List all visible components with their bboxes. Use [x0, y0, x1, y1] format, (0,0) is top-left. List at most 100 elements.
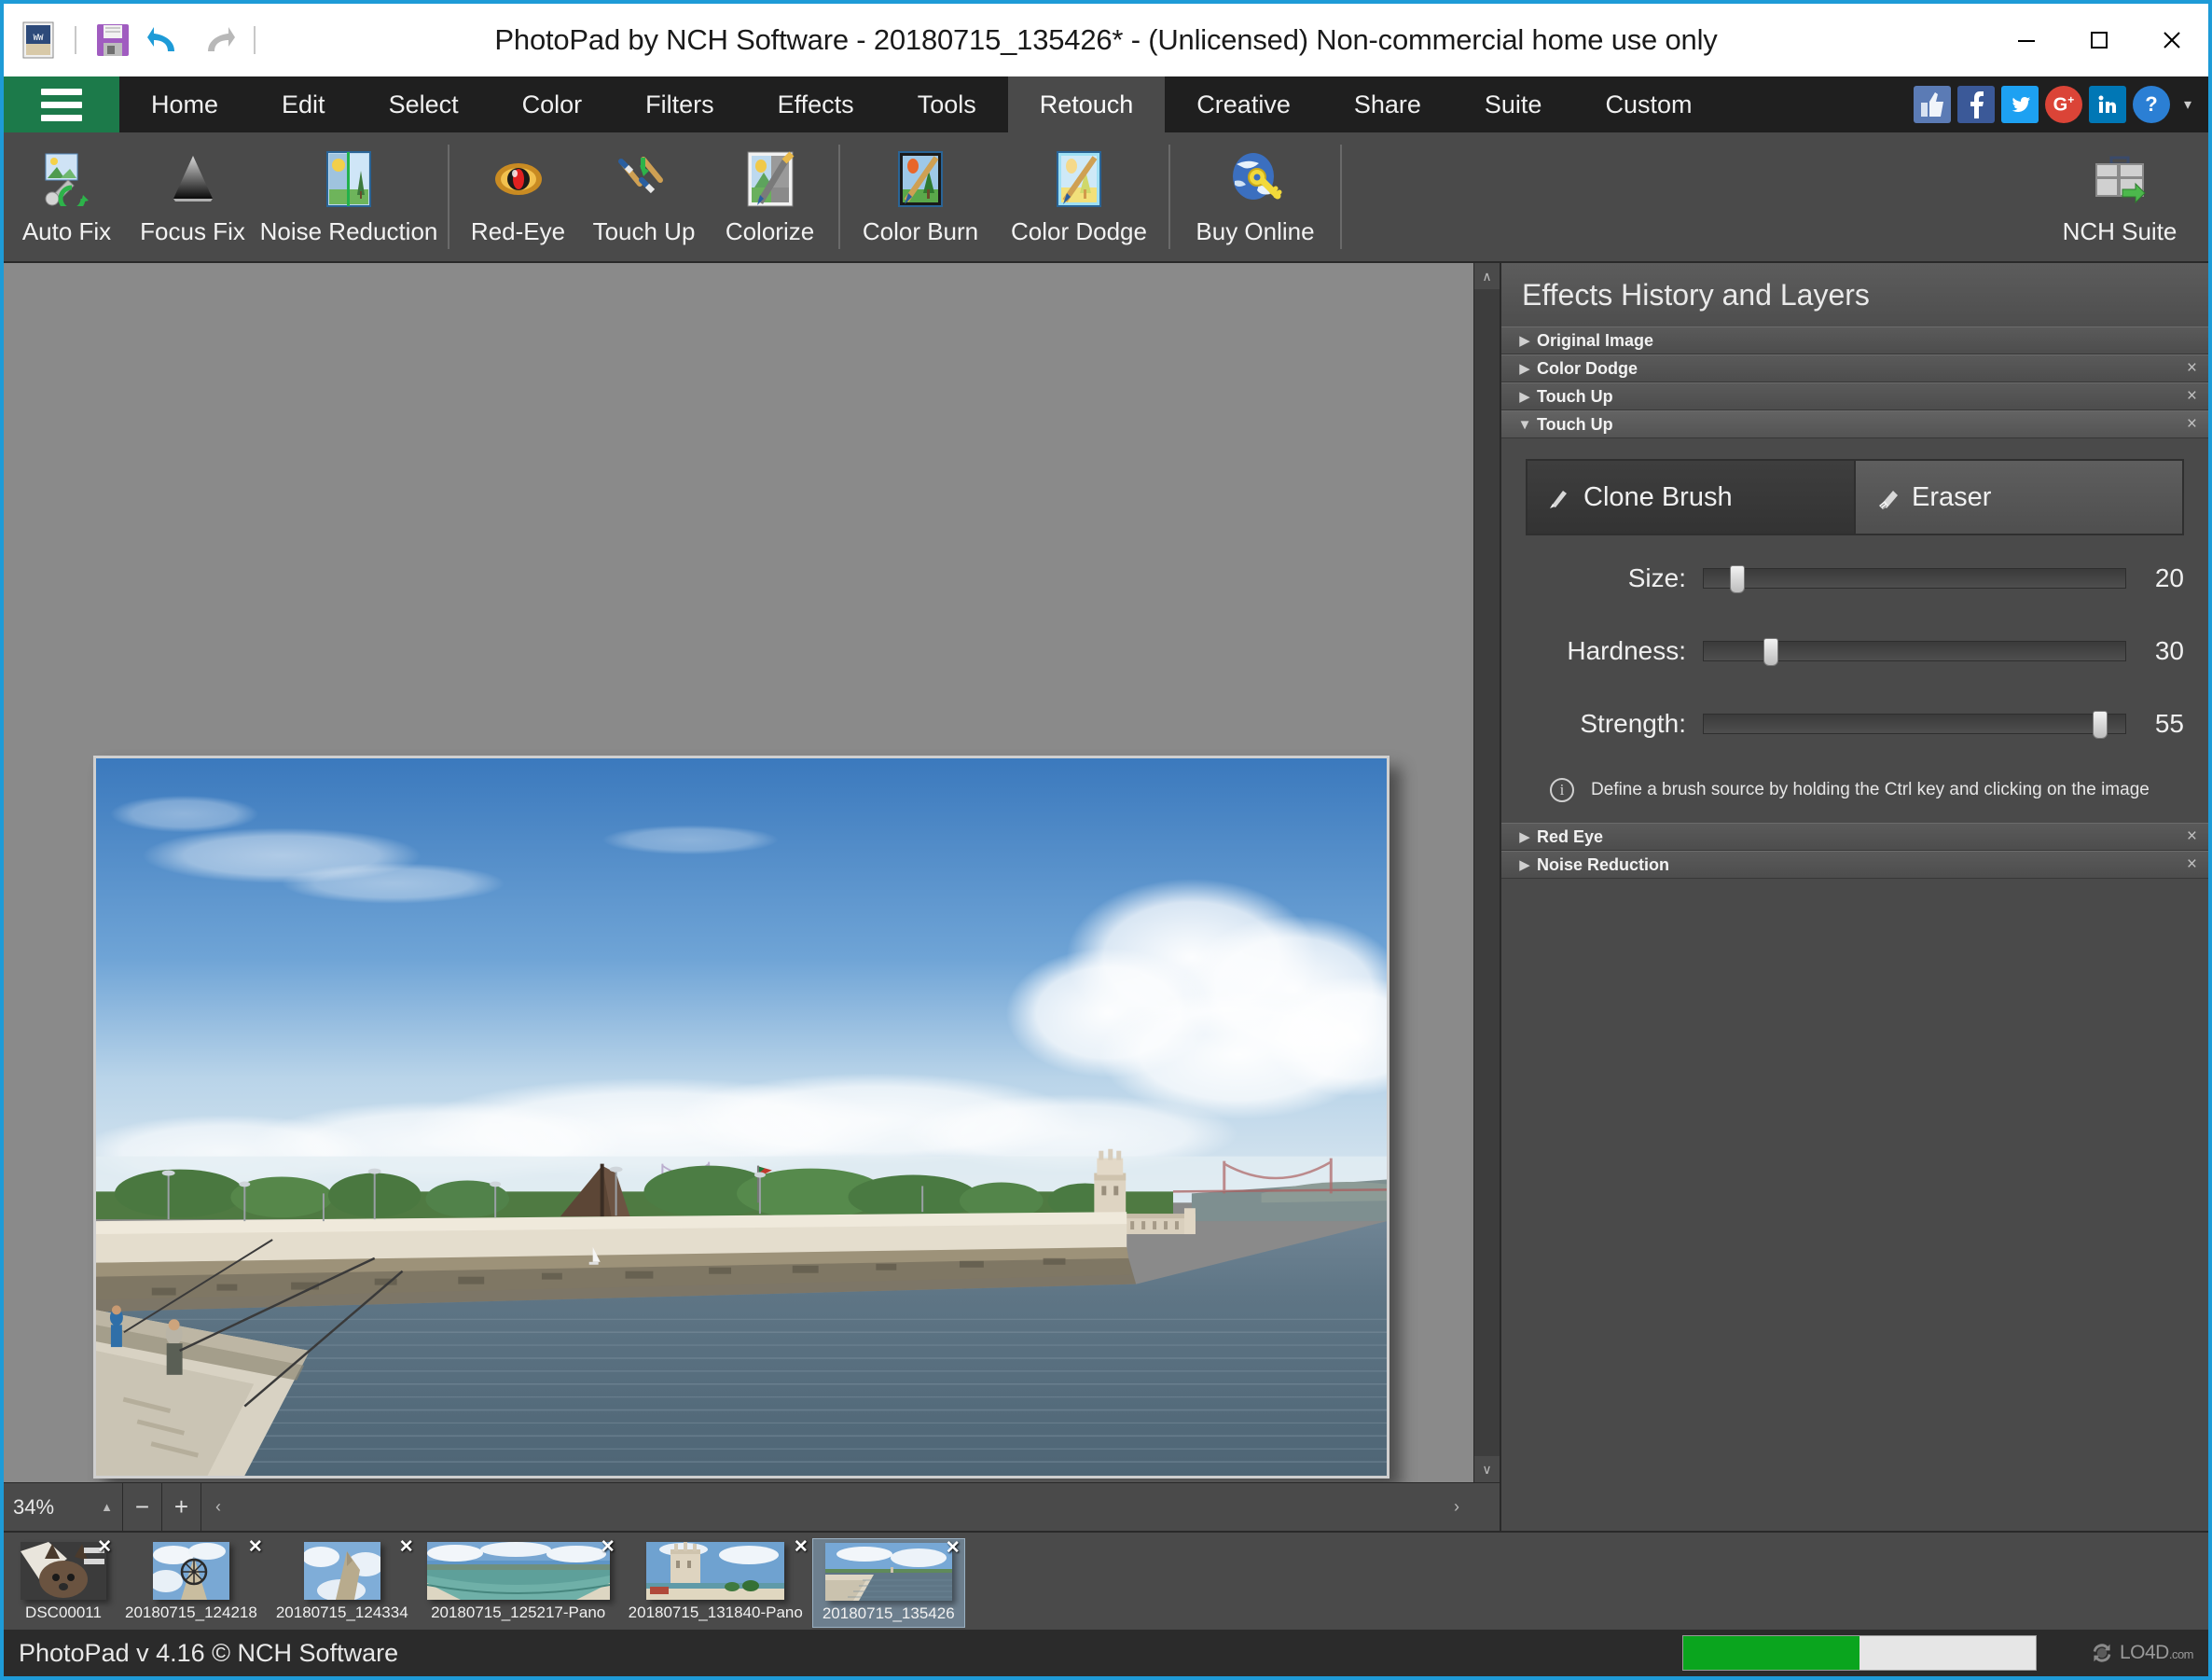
undo-icon[interactable] — [144, 19, 187, 62]
thumbnail-20180715-125217-pano[interactable]: ✕ 20180715_125217-Pano — [418, 1536, 619, 1628]
history-item-touch-up-1[interactable]: ▶ Touch Up × — [1501, 382, 2208, 410]
minimize-button[interactable] — [1990, 4, 2063, 76]
menu-tab-retouch[interactable]: Retouch — [1007, 76, 1166, 132]
toolbar-divider-4 — [1340, 145, 1342, 249]
tool-focus-fix[interactable]: Focus Fix — [130, 132, 256, 261]
menu-tab-effects[interactable]: Effects — [746, 76, 886, 132]
thumbnail-20180715-131840-pano[interactable]: ✕ 20180715_131840-Pano — [619, 1536, 812, 1628]
zoom-in-button[interactable]: + — [162, 1483, 201, 1531]
menu-tab-home[interactable]: Home — [119, 76, 250, 132]
close-icon[interactable]: ✕ — [601, 1536, 615, 1558]
remove-effect-button[interactable]: × — [2187, 358, 2197, 379]
redo-icon[interactable] — [196, 19, 239, 62]
help-icon[interactable]: ? — [2132, 86, 2170, 123]
chevron-right-icon[interactable]: ▶ — [1513, 360, 1537, 377]
thumbnail-20180715-124334[interactable]: ✕ 20180715_124334 — [267, 1536, 418, 1628]
tool-color-dodge[interactable]: Color Dodge — [995, 132, 1163, 261]
canvas-vertical-scrollbar[interactable]: ∧ ∨ — [1473, 263, 1500, 1482]
lo4d-logo-icon-3 — [2093, 1644, 2111, 1662]
tab-eraser[interactable]: Eraser — [1854, 461, 2182, 534]
thumbnail-dsc00011[interactable]: ✕ DSC00011 — [11, 1536, 116, 1628]
zoom-out-button[interactable]: − — [123, 1483, 162, 1531]
thumbnail-20180715-135426[interactable]: ✕ 20180715_135426 — [811, 1537, 965, 1628]
slider-thumb[interactable] — [1730, 565, 1746, 593]
history-item-color-dodge[interactable]: ▶ Color Dodge × — [1501, 354, 2208, 382]
close-button[interactable] — [2136, 4, 2208, 76]
scroll-right-button[interactable]: › — [1440, 1497, 1473, 1517]
canvas-horizontal-scrollbar[interactable]: ‹ › — [201, 1483, 1473, 1531]
menu-tab-creative[interactable]: Creative — [1165, 76, 1322, 132]
scroll-left-button[interactable]: ‹ — [201, 1497, 235, 1517]
hardness-slider[interactable] — [1703, 638, 2126, 666]
linkedin-icon[interactable] — [2088, 86, 2126, 123]
touch-up-settings: Clone Brush Eraser Size: 20 Hardness: 30… — [1501, 438, 2208, 823]
slider-thumb[interactable] — [1763, 638, 1779, 666]
chevron-right-icon[interactable]: ▶ — [1513, 388, 1537, 405]
menu-tab-edit[interactable]: Edit — [250, 76, 357, 132]
progress-bar — [1682, 1635, 2037, 1671]
vscroll-track[interactable] — [1474, 289, 1500, 1456]
tool-label: Color Dodge — [1011, 216, 1147, 245]
tool-touch-up[interactable]: Touch Up — [581, 132, 707, 261]
menu-tab-color[interactable]: Color — [491, 76, 615, 132]
chevron-right-icon[interactable]: ▶ — [1513, 856, 1537, 873]
menu-tab-tools[interactable]: Tools — [886, 76, 1008, 132]
tool-auto-fix[interactable]: Auto Fix — [4, 132, 130, 261]
tool-colorize[interactable]: Colorize — [707, 132, 833, 261]
slider-thumb[interactable] — [2092, 711, 2108, 739]
thumbnail-20180715-124218[interactable]: ✕ 20180715_124218 — [116, 1536, 267, 1628]
zoom-spinner-icon[interactable]: ▲ — [101, 1500, 113, 1514]
toolbar-divider-3 — [1168, 145, 1170, 249]
menu-tab-share[interactable]: Share — [1322, 76, 1453, 132]
menu-tab-suite[interactable]: Suite — [1453, 76, 1574, 132]
scroll-down-button[interactable]: ∨ — [1474, 1456, 1500, 1482]
slider-value: 30 — [2154, 636, 2184, 665]
eraser-icon — [1879, 491, 1898, 509]
tool-red-eye[interactable]: Red-Eye — [455, 132, 581, 261]
save-icon[interactable] — [91, 19, 134, 62]
brush-tool-tabs: Clone Brush Eraser — [1526, 459, 2184, 535]
close-icon[interactable]: ✕ — [946, 1537, 961, 1559]
noise-reduction-icon — [324, 148, 374, 210]
chevron-right-icon[interactable]: ▶ — [1513, 828, 1537, 845]
menu-tab-custom[interactable]: Custom — [1573, 76, 1723, 132]
chevron-right-icon[interactable]: ▶ — [1513, 332, 1537, 349]
open-image-icon[interactable]: WW — [17, 19, 60, 62]
close-icon[interactable]: ✕ — [794, 1536, 809, 1558]
google-plus-icon[interactable]: G+ — [2044, 86, 2082, 123]
remove-effect-button[interactable]: × — [2187, 414, 2197, 435]
edited-photo[interactable] — [93, 756, 1389, 1479]
chevron-down-icon[interactable]: ▾ — [2177, 95, 2199, 114]
tool-noise-reduction[interactable]: Noise Reduction — [256, 132, 442, 261]
hamburger-menu-icon[interactable] — [4, 76, 119, 132]
image-canvas[interactable]: LO4D.com — [4, 263, 1473, 1482]
tab-clone-brush[interactable]: Clone Brush — [1528, 461, 1854, 534]
chevron-down-icon[interactable]: ▼ — [1513, 417, 1537, 433]
canvas-column: LO4D.com ∧ ∨ 34% ▲ − + ‹ — [4, 263, 1500, 1531]
scroll-up-button[interactable]: ∧ — [1474, 263, 1500, 289]
close-icon[interactable]: ✕ — [248, 1536, 263, 1558]
thumbs-up-icon[interactable] — [1913, 86, 1951, 123]
hscroll-track[interactable] — [235, 1483, 1440, 1531]
tool-buy-online[interactable]: Buy Online — [1176, 132, 1334, 261]
thumbnail-image — [426, 1542, 610, 1600]
history-item-touch-up-2[interactable]: ▼ Touch Up × — [1501, 410, 2208, 438]
tool-color-burn[interactable]: Color Burn — [846, 132, 995, 261]
tool-nch-suite[interactable]: NCH Suite — [2031, 132, 2208, 261]
history-item-red-eye[interactable]: ▶ Red Eye × — [1501, 823, 2208, 851]
remove-effect-button[interactable]: × — [2187, 826, 2197, 847]
remove-effect-button[interactable]: × — [2187, 854, 2197, 875]
history-item-original-image[interactable]: ▶ Original Image — [1501, 326, 2208, 354]
facebook-icon[interactable] — [1956, 86, 1995, 123]
twitter-icon[interactable] — [2000, 86, 2039, 123]
history-item-noise-reduction[interactable]: ▶ Noise Reduction × — [1501, 851, 2208, 879]
remove-effect-button[interactable]: × — [2187, 386, 2197, 407]
close-icon[interactable]: ✕ — [399, 1536, 414, 1558]
close-icon[interactable]: ✕ — [97, 1536, 112, 1558]
strength-slider[interactable] — [1703, 711, 2126, 739]
maximize-button[interactable] — [2063, 4, 2136, 76]
zoom-input[interactable]: 34% ▲ — [4, 1483, 123, 1531]
size-slider[interactable] — [1703, 565, 2126, 593]
menu-tab-select[interactable]: Select — [357, 76, 491, 132]
menu-tab-filters[interactable]: Filters — [614, 76, 746, 132]
